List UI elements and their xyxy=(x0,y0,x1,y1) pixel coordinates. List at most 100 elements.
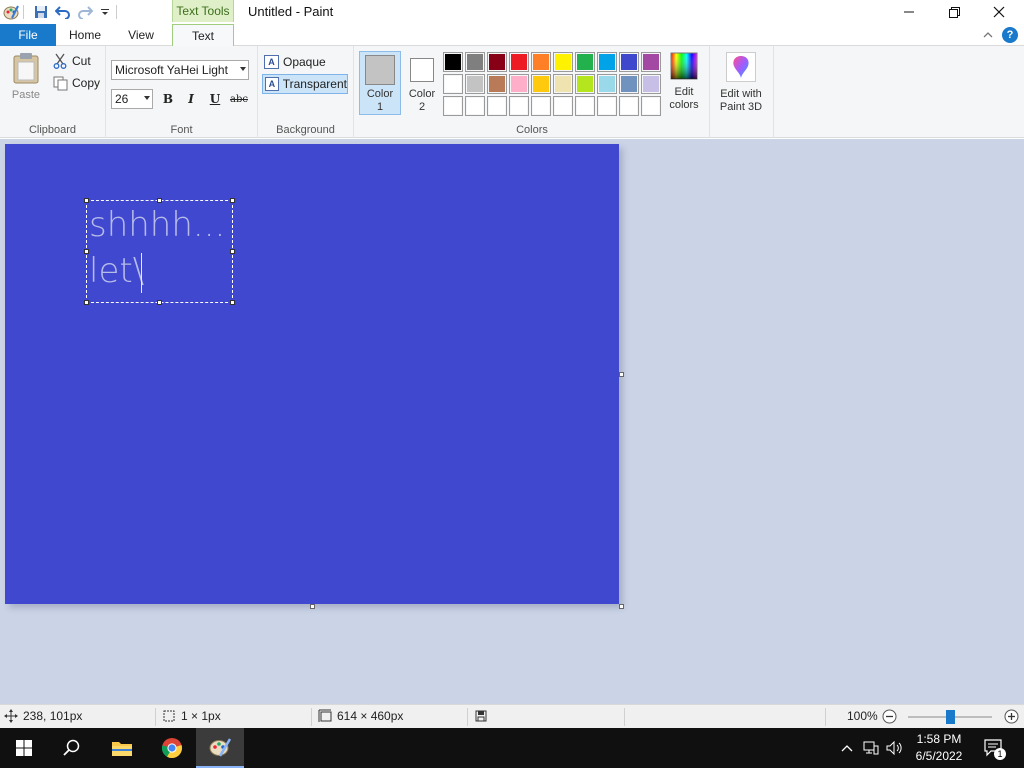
resize-handle[interactable] xyxy=(230,249,235,254)
system-clock[interactable]: 1:58 PM 6/5/2022 xyxy=(910,731,968,765)
status-divider xyxy=(624,708,625,726)
font-family-select[interactable]: Microsoft YaHei Light xyxy=(111,60,249,80)
resize-handle[interactable] xyxy=(230,300,235,305)
edit-colors-label: Edit xyxy=(674,86,694,98)
zoom-slider-thumb[interactable] xyxy=(946,710,955,724)
palette-swatch[interactable] xyxy=(487,74,507,94)
paint-app-icon[interactable] xyxy=(2,3,20,21)
show-hidden-icons-button[interactable] xyxy=(838,739,856,757)
palette-swatch[interactable] xyxy=(575,74,595,94)
cut-button[interactable]: Cut xyxy=(52,53,91,69)
tab-text[interactable]: Text xyxy=(172,24,234,47)
start-button[interactable] xyxy=(0,728,48,768)
palette-swatch[interactable] xyxy=(597,96,617,116)
edit-with-paint3d-button[interactable]: Edit with Paint 3D xyxy=(713,52,769,114)
bold-button[interactable]: B xyxy=(158,89,178,109)
resize-handle[interactable] xyxy=(230,198,235,203)
tab-view[interactable]: View xyxy=(114,24,168,46)
canvas-resize-handle-corner[interactable] xyxy=(619,604,624,609)
resize-handle[interactable] xyxy=(84,300,89,305)
volume-icon[interactable] xyxy=(886,739,904,757)
palette-swatch[interactable] xyxy=(597,52,617,72)
color1-button[interactable]: Color 1 xyxy=(359,51,401,115)
palette-swatch[interactable] xyxy=(531,96,551,116)
tab-file[interactable]: File xyxy=(0,24,56,46)
clipboard-group-label: Clipboard xyxy=(28,124,77,136)
resize-handle[interactable] xyxy=(84,198,89,203)
opaque-option[interactable]: A Opaque xyxy=(262,52,348,72)
italic-button[interactable]: I xyxy=(181,89,201,109)
transparent-option[interactable]: A Transparent xyxy=(262,74,348,94)
taskbar-chrome[interactable] xyxy=(148,728,196,768)
palette-swatch[interactable] xyxy=(487,52,507,72)
chevron-up-icon xyxy=(841,745,853,752)
palette-swatch-fill xyxy=(489,76,505,92)
palette-swatch[interactable] xyxy=(575,52,595,72)
action-center-button[interactable]: 1 xyxy=(982,739,1006,760)
qat-divider xyxy=(23,5,24,19)
search-button[interactable] xyxy=(48,728,96,768)
text-box[interactable]: shhhh... let\ xyxy=(84,198,235,305)
palette-swatch[interactable] xyxy=(465,96,485,116)
windows-logo-icon xyxy=(16,740,32,756)
restore-button[interactable] xyxy=(931,0,977,24)
palette-swatch[interactable] xyxy=(619,74,639,94)
clock-time: 1:58 PM xyxy=(916,732,962,746)
tab-home[interactable]: Home xyxy=(58,24,112,46)
palette-swatch[interactable] xyxy=(509,52,529,72)
zoom-in-button[interactable] xyxy=(1004,709,1019,724)
palette-swatch[interactable] xyxy=(443,74,463,94)
color2-button[interactable]: Color 2 xyxy=(404,52,440,114)
minimize-button[interactable] xyxy=(886,0,932,24)
file-size-status xyxy=(474,709,493,723)
redo-icon[interactable] xyxy=(76,3,94,21)
palette-swatch[interactable] xyxy=(531,52,551,72)
palette-swatch[interactable] xyxy=(619,96,639,116)
palette-swatch[interactable] xyxy=(641,74,661,94)
font-size-value: 26 xyxy=(115,92,129,106)
customize-qat-icon[interactable] xyxy=(96,3,114,21)
palette-swatch[interactable] xyxy=(553,52,573,72)
network-icon[interactable] xyxy=(862,739,880,757)
zoom-out-button[interactable] xyxy=(882,709,897,724)
palette-swatch[interactable] xyxy=(575,96,595,116)
palette-swatch-fill xyxy=(511,98,527,114)
palette-swatch[interactable] xyxy=(553,96,573,116)
palette-swatch[interactable] xyxy=(619,52,639,72)
resize-handle[interactable] xyxy=(157,198,162,203)
palette-swatch[interactable] xyxy=(531,74,551,94)
palette-swatch[interactable] xyxy=(597,74,617,94)
drawing-canvas[interactable]: shhhh... let\ xyxy=(5,144,619,604)
resize-handle[interactable] xyxy=(157,300,162,305)
palette-swatch[interactable] xyxy=(465,52,485,72)
strikethrough-button[interactable]: abc xyxy=(228,89,250,109)
canvas-resize-handle-right[interactable] xyxy=(619,372,624,377)
close-button[interactable] xyxy=(976,0,1022,24)
save-icon[interactable] xyxy=(32,3,50,21)
font-size-select[interactable]: 26 xyxy=(111,89,153,109)
undo-icon[interactable] xyxy=(54,3,72,21)
palette-swatch[interactable] xyxy=(509,74,529,94)
font-group-label: Font xyxy=(170,124,193,136)
text-caret xyxy=(141,253,142,293)
taskbar-paint[interactable] xyxy=(196,728,244,768)
palette-swatch-fill xyxy=(445,76,461,92)
palette-swatch[interactable] xyxy=(553,74,573,94)
qat-divider xyxy=(116,5,117,19)
help-icon[interactable]: ? xyxy=(1002,27,1018,43)
palette-swatch[interactable] xyxy=(465,74,485,94)
palette-swatch[interactable] xyxy=(487,96,507,116)
copy-button[interactable]: Copy xyxy=(52,75,100,91)
palette-swatch[interactable] xyxy=(443,96,463,116)
taskbar-file-explorer[interactable] xyxy=(98,728,146,768)
paste-button[interactable]: Paste xyxy=(6,52,46,102)
palette-swatch[interactable] xyxy=(509,96,529,116)
palette-swatch[interactable] xyxy=(641,96,661,116)
palette-swatch[interactable] xyxy=(443,52,463,72)
canvas-workspace[interactable]: shhhh... let\ xyxy=(0,139,1024,704)
edit-colors-button[interactable]: Edit colors xyxy=(664,52,704,112)
underline-button[interactable]: U xyxy=(205,89,225,109)
collapse-ribbon-icon[interactable] xyxy=(980,27,996,43)
palette-swatch[interactable] xyxy=(641,52,661,72)
canvas-resize-handle-bottom[interactable] xyxy=(310,604,315,609)
